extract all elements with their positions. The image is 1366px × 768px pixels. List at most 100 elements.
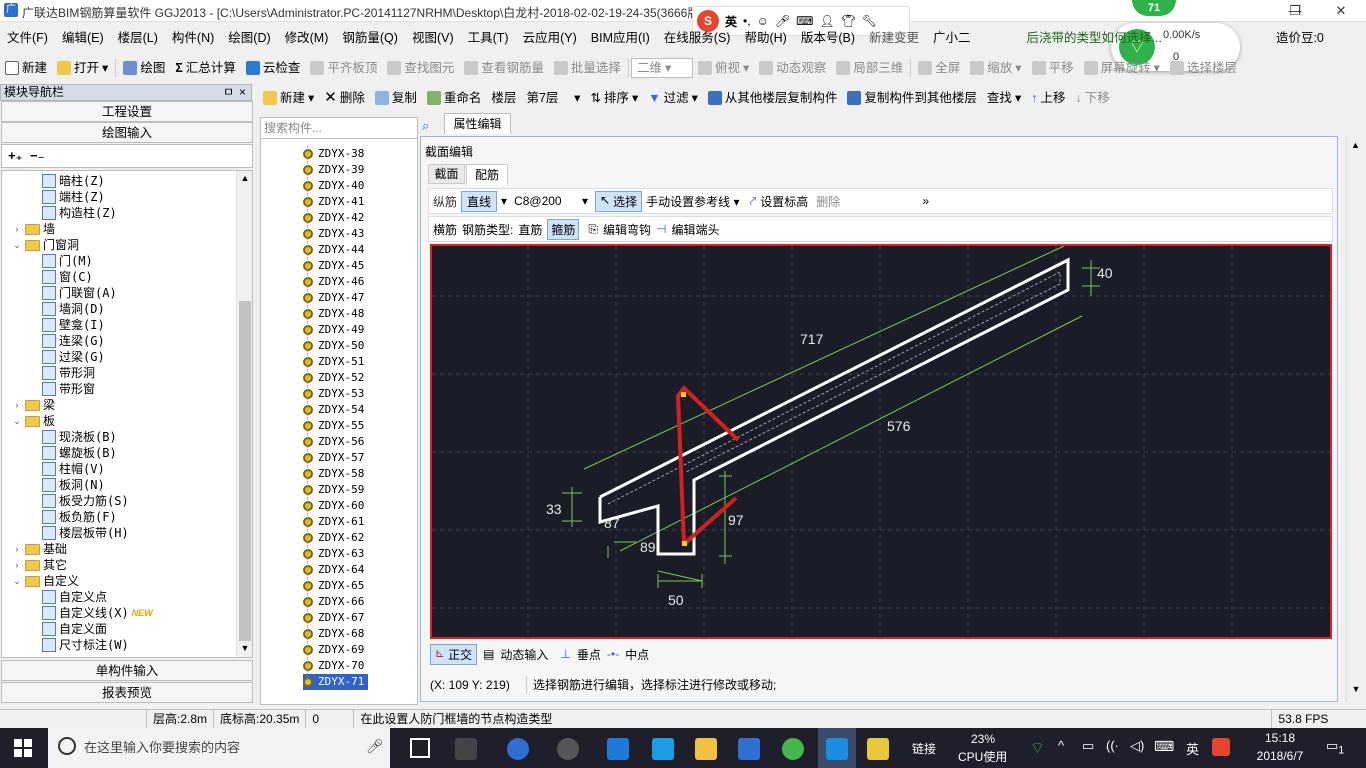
expand-icon[interactable]: › bbox=[12, 557, 22, 573]
tree-item[interactable]: 带形窗 bbox=[42, 381, 95, 397]
screen-rotate-button[interactable]: 屏幕旋转 ▾ bbox=[1079, 56, 1165, 80]
menu-new-change[interactable]: 新建变更 bbox=[862, 27, 926, 49]
task-view-icon[interactable] bbox=[410, 738, 430, 758]
tree-folder[interactable]: ⌄ 板 bbox=[12, 413, 55, 429]
menu-draw[interactable]: 绘图(D) bbox=[221, 27, 277, 49]
manual-ref-line-button[interactable]: 手动设置参考线 ▾ bbox=[646, 193, 739, 210]
tree-item[interactable]: 门联窗(A) bbox=[42, 285, 117, 301]
tree-item[interactable]: 端柱(Z) bbox=[42, 189, 105, 205]
tree-folder[interactable]: › 梁 bbox=[12, 397, 56, 413]
stirrup-button[interactable]: 箍筋 bbox=[547, 218, 580, 240]
tab-section[interactable]: 截面 bbox=[428, 164, 465, 184]
find-element-button[interactable]: 查找图元 bbox=[382, 56, 459, 80]
draw-button[interactable]: 绘图 bbox=[118, 56, 170, 80]
dim-89[interactable]: 89 bbox=[640, 539, 656, 555]
expand-icon[interactable]: › bbox=[12, 541, 22, 557]
set-height-button[interactable]: 设置标高 bbox=[760, 193, 808, 210]
menu-view[interactable]: 视图(V) bbox=[405, 27, 461, 49]
find-button[interactable]: 查找 ▾ bbox=[982, 86, 1026, 110]
tree-item[interactable]: 板受力筋(S) bbox=[42, 493, 129, 509]
ggj-app-icon[interactable] bbox=[826, 738, 848, 760]
volume-icon[interactable]: ◁) bbox=[1130, 738, 1144, 754]
battery-icon[interactable]: ▭ bbox=[1082, 738, 1094, 754]
menu-hint-link[interactable]: 后浇带的类型如何选择... bbox=[1020, 27, 1169, 49]
tree-item[interactable]: 连梁(G) bbox=[42, 333, 105, 349]
keyboard-icon[interactable]: ⌨ bbox=[796, 14, 813, 28]
user-icon[interactable]: 👤︎ bbox=[819, 14, 834, 28]
component-list-item[interactable]: ZDYX-46 bbox=[303, 274, 364, 290]
comp-delete-button[interactable]: ✕ 删除 bbox=[319, 86, 370, 110]
emoji-icon[interactable]: ☺ bbox=[757, 14, 769, 28]
component-list-item[interactable]: ZDYX-53 bbox=[303, 386, 364, 402]
component-list-item[interactable]: ZDYX-39 bbox=[303, 162, 364, 178]
component-list-item[interactable]: ZDYX-47 bbox=[303, 290, 364, 306]
component-search-input[interactable]: 搜索构件... bbox=[260, 117, 418, 139]
select-button[interactable]: ↖ 选择 bbox=[595, 190, 643, 212]
component-list-item[interactable]: ZDYX-67 bbox=[303, 610, 364, 626]
component-list-item[interactable]: ZDYX-62 bbox=[303, 530, 364, 546]
collapse-icon[interactable]: ⌄ bbox=[12, 413, 22, 429]
fan-app-icon[interactable] bbox=[455, 738, 477, 760]
ortho-toggle[interactable]: ⊾ 正交 bbox=[430, 643, 478, 665]
scroll-thumb[interactable] bbox=[239, 301, 251, 641]
tree-item[interactable]: 楼层板带(H) bbox=[42, 525, 129, 541]
line-mode-dropdown-icon[interactable]: ▾ bbox=[501, 194, 507, 208]
tree-folder[interactable]: › 墙 bbox=[12, 221, 56, 237]
top-view-button[interactable]: 俯视 ▾ bbox=[693, 56, 754, 80]
local-3d-button[interactable]: 局部三维 bbox=[831, 56, 908, 80]
component-list-item[interactable]: ZDYX-64 bbox=[303, 562, 364, 578]
tab-rebar[interactable]: 配筋 bbox=[466, 164, 508, 185]
component-list-item[interactable]: ZDYX-48 bbox=[303, 306, 364, 322]
edit-hook-button[interactable]: 编辑弯钩 bbox=[603, 221, 651, 238]
ime-indicator[interactable]: 英 bbox=[1186, 739, 1199, 758]
dynamic-observe-button[interactable]: 动态观察 bbox=[754, 56, 831, 80]
tree-item[interactable]: 现浇板(B) bbox=[42, 429, 117, 445]
tray-expand-icon[interactable]: ^ bbox=[1058, 738, 1064, 753]
clock-time[interactable]: 15:18 bbox=[1250, 731, 1310, 745]
tree-folder[interactable]: › 基础 bbox=[12, 541, 68, 557]
wifi-tray-icon[interactable]: ⌔ bbox=[1030, 738, 1045, 758]
cloud-check-button[interactable]: 云检查 bbox=[241, 56, 306, 80]
tree-item[interactable]: 门(M) bbox=[42, 253, 93, 269]
dim-50[interactable]: 50 bbox=[668, 592, 684, 608]
section-drawing[interactable]: 40 717 576 33 87 97 89 50 bbox=[432, 245, 1330, 637]
component-list-item[interactable]: ZDYX-56 bbox=[303, 434, 364, 450]
expand-icon[interactable]: › bbox=[12, 221, 22, 237]
batch-select-button[interactable]: 批量选择 bbox=[549, 56, 626, 80]
sogou-tray-icon[interactable] bbox=[1212, 738, 1230, 756]
tree-item[interactable]: 螺旋板(B) bbox=[42, 445, 117, 461]
copy-from-floor-button[interactable]: 从其他楼层复制构件 bbox=[703, 86, 843, 110]
rebar-drawing-canvas[interactable]: 40 717 576 33 87 97 89 50 bbox=[430, 244, 1332, 639]
dim-40[interactable]: 40 bbox=[1097, 265, 1113, 281]
view-mode-select[interactable]: 二维 ▾ bbox=[630, 58, 693, 78]
close-nav-icon[interactable]: × bbox=[239, 85, 246, 100]
main-vscroll[interactable]: ▲ ▼ bbox=[1346, 136, 1364, 702]
report-preview-button[interactable]: 报表预览 bbox=[1, 682, 253, 703]
component-list-item[interactable]: ZDYX-42 bbox=[303, 210, 364, 226]
zoom-button[interactable]: 缩放 ▾ bbox=[965, 56, 1026, 80]
dim-87[interactable]: 87 bbox=[604, 515, 620, 531]
maximize-button[interactable]: ❐ bbox=[1272, 0, 1318, 22]
component-list-item[interactable]: ZDYX-51 bbox=[303, 354, 364, 370]
component-list-item[interactable]: ZDYX-70 bbox=[303, 658, 364, 674]
tree-scrollbar[interactable]: ▲ ▼ bbox=[236, 171, 252, 657]
network-icon[interactable]: ((· bbox=[1106, 738, 1119, 753]
sort-button[interactable]: ⇅ 排序 ▾ bbox=[585, 86, 643, 110]
collapse-icon[interactable]: ⌄ bbox=[12, 573, 22, 589]
menu-tools[interactable]: 工具(T) bbox=[461, 27, 516, 49]
floor-select[interactable]: 第7层 ▾ bbox=[521, 86, 585, 110]
perpendicular-toggle[interactable]: 垂点 bbox=[577, 646, 601, 663]
keyboard-tray-icon[interactable]: ⌨ bbox=[1154, 738, 1174, 755]
tree-item[interactable]: 板负筋(F) bbox=[42, 509, 117, 525]
open-button[interactable]: 打开 ▾ bbox=[52, 56, 113, 80]
tree-item[interactable]: 过梁(G) bbox=[42, 349, 105, 365]
scroll-down-icon[interactable]: ▼ bbox=[1347, 684, 1365, 694]
component-list-item[interactable]: ZDYX-50 bbox=[303, 338, 364, 354]
tree-item[interactable]: 自定义面 bbox=[42, 621, 107, 637]
tree-item[interactable]: 自定义点 bbox=[42, 589, 107, 605]
component-list-item[interactable]: ZDYX-69 bbox=[303, 642, 364, 658]
component-list-item[interactable]: ZDYX-68 bbox=[303, 626, 364, 642]
scroll-up-icon[interactable]: ▲ bbox=[238, 173, 252, 183]
component-list-item[interactable]: ZDYX-45 bbox=[303, 258, 364, 274]
tree-item[interactable]: 带形洞 bbox=[42, 365, 95, 381]
